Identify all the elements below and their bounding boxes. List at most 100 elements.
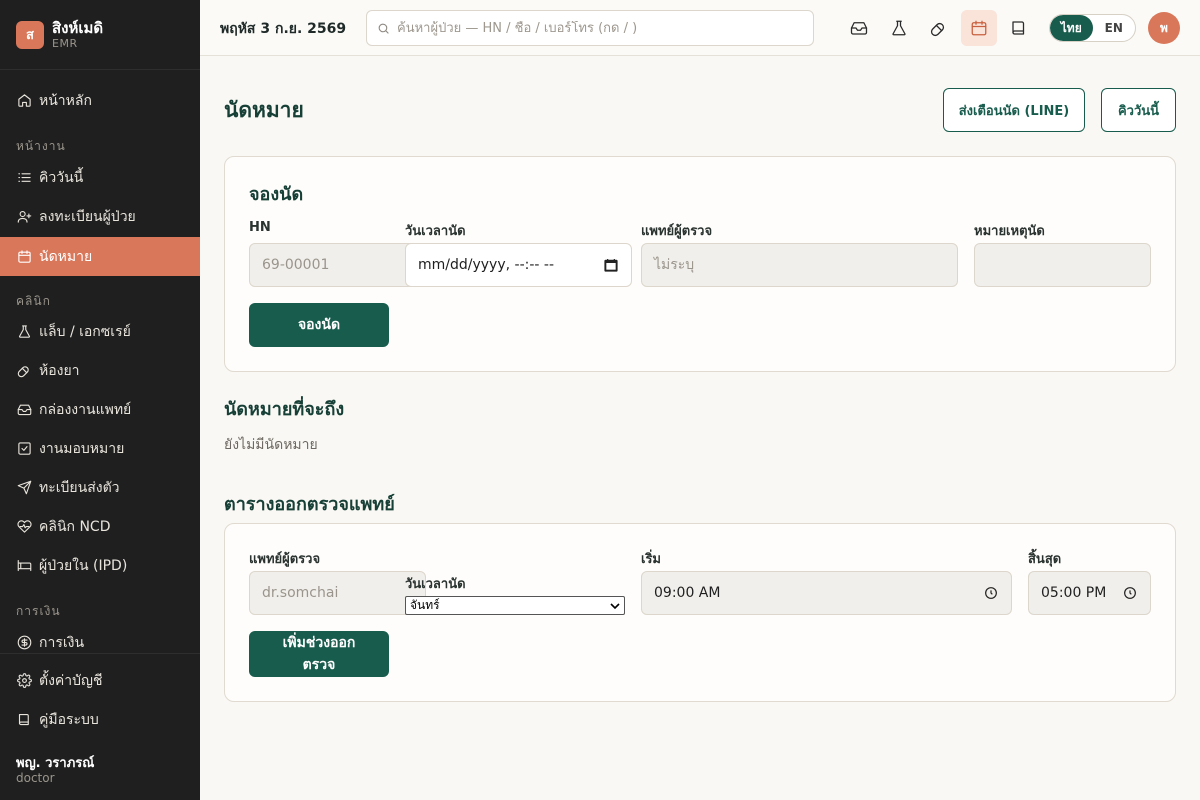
- send-reminder-button[interactable]: ส่งเตือนนัด (LINE): [943, 88, 1085, 132]
- lang-en-button[interactable]: EN: [1093, 15, 1136, 41]
- user-plus-icon: [16, 209, 32, 225]
- sidebar-item-label: หน้าหลัก: [39, 92, 92, 109]
- book-appointment-button[interactable]: จองนัด: [249, 303, 389, 347]
- clock-icon[interactable]: [983, 585, 999, 601]
- add-schedule-slot-button[interactable]: เพิ่มช่วงออก ตรวจ: [249, 631, 389, 677]
- calendar-picker-icon[interactable]: [603, 257, 619, 273]
- search-input[interactable]: [397, 20, 797, 36]
- hn-label: HN: [249, 220, 271, 235]
- doctor-placeholder: ไม่ระบุ: [654, 257, 695, 273]
- end-time-value: 05:00 PM: [1041, 585, 1107, 601]
- inbox-icon: [850, 22, 868, 35]
- appointments-button[interactable]: [961, 10, 997, 46]
- gear-icon: [16, 673, 32, 689]
- sidebar-item-ipd[interactable]: ผู้ป่วยใน (IPD): [0, 546, 200, 585]
- start-time-value: 09:00 AM: [654, 585, 721, 601]
- sidebar-item-label: ผู้ป่วยใน (IPD): [39, 557, 128, 574]
- brand[interactable]: ส สิงห์เมดิ EMR: [0, 0, 200, 70]
- sidebar-item-inbox[interactable]: กล่องงานแพทย์: [0, 390, 200, 429]
- calendar-icon: [16, 249, 32, 265]
- brand-logo: ส: [16, 20, 44, 49]
- hn-input[interactable]: 69-00001: [249, 243, 419, 287]
- sidebar-item-queue[interactable]: คิววันนี้: [0, 158, 200, 197]
- sidebar-item-label: คลินิก NCD: [39, 518, 111, 535]
- doctor-label: แพทย์ผู้ตรวจ: [641, 224, 713, 239]
- sidebar-item-label: กล่องงานแพทย์: [39, 401, 132, 418]
- language-toggle: ไทย EN: [1049, 14, 1136, 42]
- hn-placeholder: 69-00001: [262, 257, 330, 273]
- lang-th-button[interactable]: ไทย: [1050, 15, 1093, 41]
- dollar-circle-icon: [16, 635, 32, 651]
- sidebar-section-work: หน้างาน: [16, 139, 66, 153]
- end-time-input[interactable]: 05:00 PM: [1028, 571, 1151, 615]
- flask-icon: [892, 20, 906, 36]
- topbar: พฤหัส 3 ก.ย. 2569 ไทย EN พ: [200, 0, 1200, 56]
- sidebar-item-label: คิววันนี้: [39, 169, 84, 186]
- clock-icon[interactable]: [1122, 585, 1138, 601]
- sidebar-item-lab[interactable]: แล็บ / เอกซเรย์: [0, 312, 200, 351]
- schedule-doctor-label: แพทย์ผู้ตรวจ: [249, 552, 321, 567]
- schedule-doctor-input[interactable]: dr.somchai: [249, 571, 426, 615]
- schedule-doctor-placeholder: dr.somchai: [262, 585, 339, 601]
- sidebar-item-register[interactable]: ลงทะเบียนผู้ป่วย: [0, 197, 200, 236]
- sidebar-section-clinic: คลินิก: [16, 294, 51, 308]
- sidebar-item-tasks[interactable]: งานมอบหมาย: [0, 429, 200, 468]
- note-input[interactable]: [974, 243, 1151, 287]
- sidebar-item-label: ห้องยา: [39, 362, 80, 379]
- chevron-down-icon: [610, 603, 620, 610]
- brand-subtitle: EMR: [52, 36, 78, 50]
- manual-button[interactable]: [1001, 10, 1037, 46]
- search-box[interactable]: [366, 10, 814, 46]
- weekday-select[interactable]: จันทร์: [405, 596, 625, 615]
- user-name: พญ. วราภรณ์: [16, 756, 95, 771]
- pill-icon: [930, 22, 945, 37]
- check-square-icon: [16, 441, 32, 457]
- booking-title: จองนัด: [249, 184, 304, 205]
- search-icon: [378, 23, 389, 34]
- sidebar-item-referral[interactable]: ทะเบียนส่งตัว: [0, 468, 200, 507]
- sidebar: ส สิงห์เมดิ EMR หน้าหลัก หน้างาน คิววันน…: [0, 0, 200, 800]
- datetime-label: วันเวลานัด: [405, 224, 466, 239]
- calendar-icon: [971, 20, 987, 36]
- doctor-input[interactable]: ไม่ระบุ: [641, 243, 958, 287]
- sidebar-item-home[interactable]: หน้าหลัก: [0, 81, 200, 120]
- sidebar-item-pharmacy[interactable]: ห้องยา: [0, 351, 200, 390]
- start-time-input[interactable]: 09:00 AM: [641, 571, 1012, 615]
- user-role: doctor: [16, 771, 55, 785]
- page-title: นัดหมาย: [224, 98, 304, 122]
- sidebar-item-manual[interactable]: คู่มือระบบ: [0, 700, 200, 739]
- pill-icon: [16, 363, 32, 379]
- inbox-button[interactable]: [841, 10, 877, 46]
- lab-button[interactable]: [881, 10, 917, 46]
- sidebar-item-appointments[interactable]: นัดหมาย: [0, 237, 200, 276]
- today-queue-button[interactable]: คิววันนี้: [1101, 88, 1176, 132]
- book-icon: [16, 712, 32, 728]
- sidebar-item-label: การเงิน: [39, 634, 85, 651]
- sidebar-item-label: ลงทะเบียนผู้ป่วย: [39, 208, 136, 225]
- inbox-icon: [16, 402, 32, 418]
- datetime-value: mm/dd/yyyy, --:-- --: [418, 257, 555, 273]
- sidebar-item-settings[interactable]: ตั้งค่าบัญชี: [0, 661, 200, 700]
- sidebar-item-label: แล็บ / เอกซเรย์: [39, 323, 131, 340]
- end-label: สิ้นสุด: [1028, 552, 1062, 567]
- brand-name: สิงห์เมดิ: [52, 18, 104, 37]
- sidebar-item-ncd[interactable]: คลินิก NCD: [0, 507, 200, 546]
- datetime-input[interactable]: mm/dd/yyyy, --:-- --: [405, 243, 632, 287]
- sidebar-item-label: นัดหมาย: [39, 248, 93, 265]
- sidebar-item-label: งานมอบหมาย: [39, 440, 125, 457]
- upcoming-empty: ยังไม่มีนัดหมาย: [224, 437, 318, 453]
- schedule-title: ตารางออกตรวจแพทย์: [224, 494, 395, 515]
- upcoming-title: นัดหมายที่จะถึง: [224, 399, 345, 420]
- sidebar-item-label: ตั้งค่าบัญชี: [39, 672, 103, 689]
- current-date: พฤหัส 3 ก.ย. 2569: [220, 21, 347, 37]
- schedule-day-label: วันเวลานัด: [405, 577, 466, 592]
- weekday-value: จันทร์: [410, 598, 440, 612]
- home-icon: [16, 93, 32, 109]
- list-icon: [16, 170, 32, 186]
- pharmacy-button[interactable]: [921, 10, 957, 46]
- avatar[interactable]: พ: [1148, 12, 1180, 44]
- heart-pulse-icon: [16, 519, 32, 535]
- sidebar-section-finance: การเงิน: [16, 604, 61, 618]
- add-slot-label-line2: ตรวจ: [302, 657, 336, 673]
- send-icon: [16, 480, 32, 496]
